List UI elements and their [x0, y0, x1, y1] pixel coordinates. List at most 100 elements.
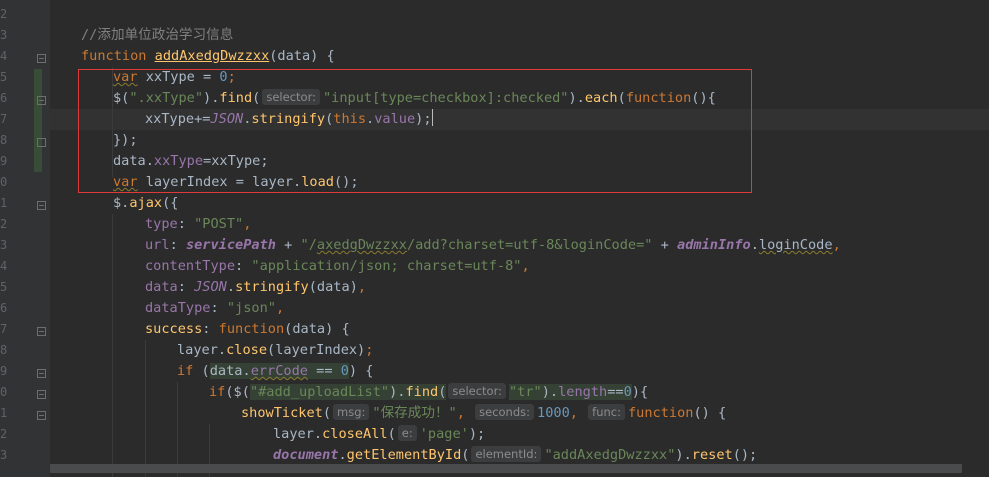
code-line[interactable]: type: "POST",: [145, 214, 251, 235]
method-name: stringify: [235, 279, 309, 295]
string: "application/json; charset=utf-8": [251, 258, 522, 274]
line-number: 6: [0, 91, 7, 105]
code-token: () {: [693, 405, 727, 421]
code-token: ;: [365, 342, 374, 358]
method-name: reset: [691, 447, 733, 463]
code-token: data: [209, 363, 243, 379]
code-token: (data) {: [284, 321, 350, 337]
keyword: function: [627, 405, 694, 421]
parameter-hint: func:: [588, 404, 625, 420]
code-line[interactable]: dataType: "json",: [145, 298, 284, 319]
code-token: (: [438, 384, 447, 400]
fold-collapse-icon[interactable]: [37, 96, 46, 105]
code-token: ();: [732, 447, 758, 463]
line-number: 5: [0, 280, 7, 294]
code-line[interactable]: url: servicePath + "/axedgDwzzxx/add?cha…: [145, 235, 841, 256]
fold-collapse-icon[interactable]: [37, 327, 46, 336]
method-name: getElementById: [346, 447, 462, 463]
code-line[interactable]: $.ajax({: [113, 193, 179, 214]
annotation-highlight-box: [78, 69, 752, 193]
code-token: ,: [521, 258, 530, 274]
property: errCode: [250, 363, 308, 379]
function-name[interactable]: addAxedgDwzzxx: [155, 48, 270, 64]
code-token: ,: [357, 279, 367, 295]
code-line[interactable]: layer.closeAll(e:'page');: [273, 424, 485, 445]
fold-end-icon[interactable]: [37, 138, 46, 147]
fold-collapse-icon[interactable]: [37, 411, 46, 420]
string: "#add_uploadList": [249, 384, 390, 400]
line-number: 2: [0, 427, 7, 441]
line-number: 5: [0, 70, 7, 84]
fold-collapse-icon[interactable]: [37, 369, 46, 378]
global-object: document: [273, 447, 339, 463]
function-call: showTicket: [241, 405, 323, 421]
code-token: ({: [162, 195, 179, 211]
number: 0: [340, 363, 349, 379]
fold-collapse-icon[interactable]: [37, 201, 46, 210]
scrollbar-thumb[interactable]: [50, 464, 962, 473]
number: 1000: [537, 405, 570, 421]
indent-guide: [177, 382, 178, 477]
global-object: JSON: [194, 279, 227, 295]
code-token: :: [177, 216, 195, 232]
line-number: 4: [0, 259, 7, 273]
code-token: .: [242, 363, 251, 379]
code-token: ($(: [225, 384, 250, 400]
keyword: if: [177, 363, 194, 379]
string: "/: [300, 237, 317, 253]
code-line[interactable]: //添加单位政治学习信息: [81, 25, 233, 46]
code-token: ,: [275, 300, 285, 316]
code-line[interactable]: if (data.errCode == 0) {: [177, 361, 373, 382]
property: loginCode: [758, 237, 833, 253]
code-token: ).: [675, 447, 692, 463]
code-token: ) {: [348, 363, 374, 379]
code-token: (: [322, 405, 332, 421]
code-line[interactable]: document.getElementById(elementId: "addAx…: [273, 445, 757, 466]
parameter-hint: seconds:: [475, 404, 535, 420]
line-number: 4: [0, 49, 7, 63]
method-name: closeAll: [322, 426, 388, 442]
code-line[interactable]: if($("#add_uploadList").find(selector: "t…: [209, 382, 648, 403]
code-token: .: [338, 447, 347, 463]
parameter-hint: selector:: [448, 383, 506, 399]
string: axedgDwzzxx: [316, 237, 407, 253]
code-line[interactable]: data: JSON.stringify(data),: [145, 277, 366, 298]
code-token: ).: [389, 384, 406, 400]
string: "POST": [194, 216, 244, 232]
line-number: 7: [0, 322, 7, 336]
line-number: 0: [0, 175, 7, 189]
code-token: .: [226, 279, 236, 295]
indent-guide: [145, 340, 146, 477]
code-token: ,: [569, 405, 578, 421]
fold-collapse-icon[interactable]: [37, 54, 46, 63]
line-gutter: 2 3 4 5 6 7 8 9 0 1 2 3 4 5 6 7 8 9 0 1 …: [0, 0, 50, 477]
number: 0: [623, 384, 632, 400]
code-line[interactable]: contentType: "application/json; charset=…: [145, 256, 530, 277]
code-line[interactable]: showTicket(msg: "保存成功！", seconds: 1000, fu…: [241, 403, 726, 424]
global-variable: adminInfo: [677, 237, 751, 253]
global-variable: servicePath: [185, 237, 276, 253]
line-number: 9: [0, 154, 7, 168]
code-token: (: [461, 447, 470, 463]
code-line[interactable]: layer.close(layerIndex);: [177, 340, 373, 361]
vcs-change-marker[interactable]: [34, 69, 42, 172]
fold-collapse-icon[interactable]: [37, 390, 46, 399]
keyword: if: [209, 384, 226, 400]
line-number: 3: [0, 448, 7, 462]
property: length: [558, 384, 608, 400]
method-name: success: [145, 321, 203, 337]
horizontal-scrollbar[interactable]: [50, 464, 989, 473]
code-token: ).: [541, 384, 559, 400]
code-token: (: [193, 363, 210, 379]
code-token: +: [652, 237, 678, 253]
code-token: (layerIndex): [267, 342, 366, 358]
line-number: 2: [0, 7, 7, 21]
code-line[interactable]: success: function(data) {: [145, 319, 350, 340]
code-token: (data) {: [269, 48, 335, 64]
property: dataType: [145, 300, 211, 316]
code-token: ,: [832, 237, 841, 253]
property: contentType: [145, 258, 236, 274]
code-line[interactable]: function addAxedgDwzzxx(data) {: [81, 46, 335, 67]
code-token: :: [169, 237, 186, 253]
code-token: layer.: [273, 426, 323, 442]
